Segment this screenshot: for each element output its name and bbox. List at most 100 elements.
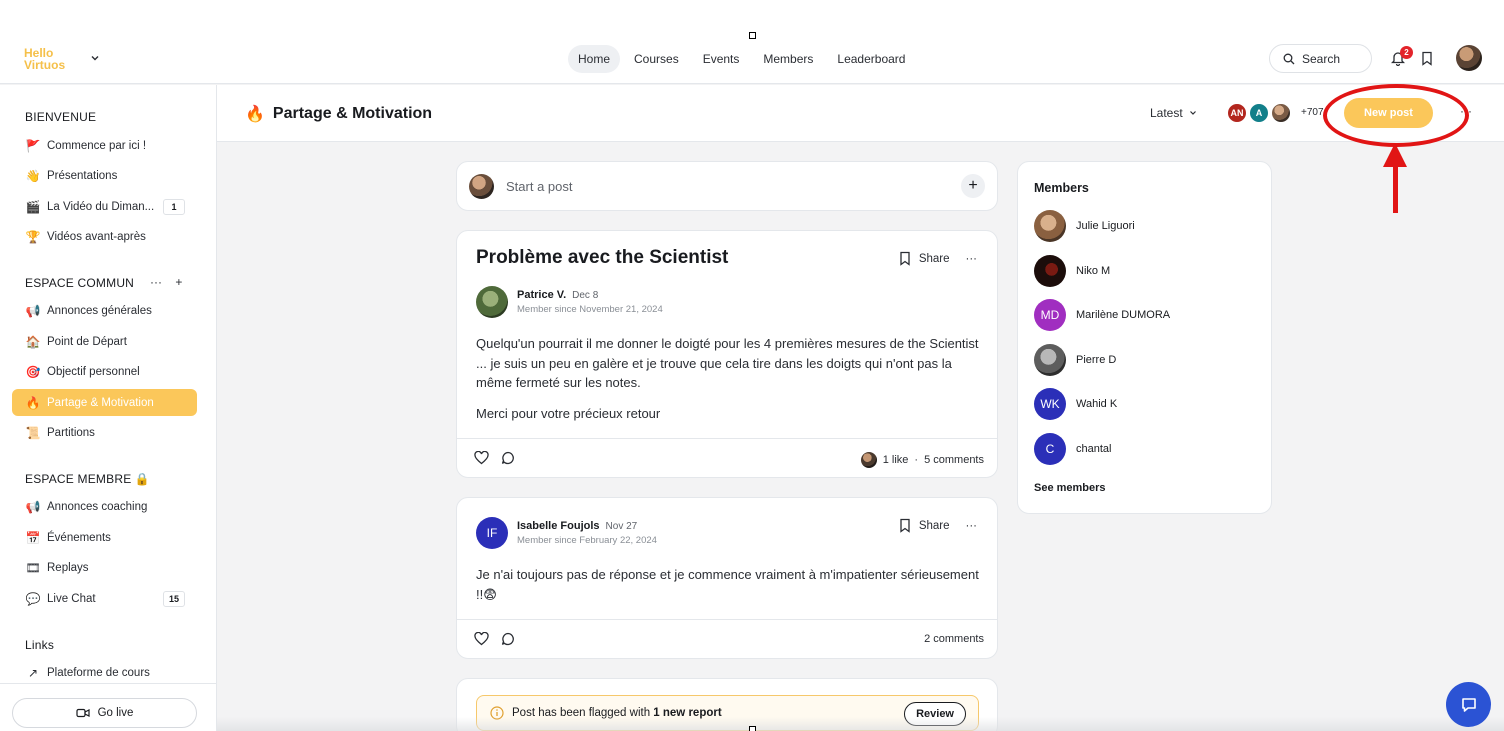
post-actions: Share ···	[899, 251, 977, 266]
sidebar-item-label: Annonces générales	[47, 304, 152, 317]
megaphone-icon: 📢	[25, 499, 41, 514]
scroll-icon: 📜	[25, 425, 41, 440]
sidebar-item-commence[interactable]: 🚩 Commence par ici !	[12, 132, 197, 159]
sidebar-item-label: Partage & Motivation	[47, 396, 154, 409]
member-count[interactable]: +707	[1301, 107, 1324, 118]
bookmark-icon[interactable]	[899, 251, 911, 266]
section-title-espace-commun: ESPACE COMMUN	[25, 276, 135, 290]
member-avatar[interactable]	[1270, 102, 1292, 124]
member-row[interactable]: Niko M	[1034, 255, 1110, 287]
sidebar-item-label: Partitions	[47, 426, 95, 439]
post-composer[interactable]: Start a post +	[456, 161, 998, 211]
go-live-button[interactable]: Go live	[12, 698, 197, 728]
nav-home[interactable]: Home	[568, 45, 621, 73]
search-button[interactable]: Search	[1269, 44, 1372, 73]
user-avatar[interactable]	[1456, 45, 1482, 71]
member-row[interactable]: Pierre D	[1034, 344, 1116, 376]
author-name[interactable]: Isabelle Foujols Nov 27	[517, 520, 637, 532]
post-actions: Share ···	[899, 518, 977, 533]
members-widget: Members Julie Liguori Niko M MD Marilène…	[1017, 161, 1272, 514]
sidebar-item-replays[interactable]: 🎞 Replays	[12, 554, 197, 581]
chat-bubble-icon: 💬	[25, 591, 41, 606]
sidebar-item-evenements[interactable]: 📅 Événements	[12, 524, 197, 551]
sidebar-item-label: Vidéos avant-après	[47, 230, 146, 243]
share-button[interactable]: Share	[919, 253, 950, 265]
sidebar-item-live-chat[interactable]: 💬 Live Chat 15	[12, 585, 197, 612]
member-name: Pierre D	[1076, 354, 1117, 366]
section-title-links: Links	[25, 638, 55, 652]
avatar	[469, 174, 494, 199]
plus-icon[interactable]: +	[175, 275, 182, 289]
chevron-down-icon[interactable]	[90, 53, 100, 63]
see-members-link[interactable]: See members	[1034, 482, 1106, 494]
chat-launcher-button[interactable]	[1446, 682, 1491, 727]
member-row[interactable]: WK Wahid K	[1034, 388, 1117, 420]
member-row[interactable]: C chantal	[1034, 433, 1111, 465]
megaphone-icon: 📢	[25, 303, 41, 318]
sidebar-item-video-dimanche[interactable]: 🎬 La Vidéo du Diman... 1	[12, 193, 197, 220]
comment-icon[interactable]	[501, 632, 515, 646]
sort-dropdown[interactable]: Latest	[1150, 106, 1197, 120]
main-nav: Home Courses Events Members Leaderboard	[568, 45, 915, 73]
post-title[interactable]: Problème avec the Scientist	[476, 247, 728, 269]
post-body: Merci pour votre précieux retour	[476, 406, 661, 421]
avatar	[1034, 255, 1066, 287]
post-date: Dec 8	[572, 290, 599, 301]
member-avatar[interactable]: AN	[1226, 102, 1248, 124]
more-icon[interactable]: ···	[966, 520, 978, 532]
sidebar-item-label: Plateforme de cours	[47, 666, 150, 679]
member-row[interactable]: MD Marilène DUMORA	[1034, 299, 1170, 331]
member-since: Member since November 21, 2024	[517, 304, 663, 315]
author-name[interactable]: Patrice V. Dec 8	[517, 289, 598, 301]
section-actions: ··· +	[150, 275, 182, 289]
member-name: Julie Liguori	[1076, 220, 1135, 232]
sidebar: BIENVENUE 🚩 Commence par ici ! 👋 Présentat…	[0, 85, 217, 731]
page-title: 🔥 Partage & Motivation	[245, 104, 432, 124]
likes-count[interactable]: 1 like	[883, 454, 909, 466]
bookmark-icon[interactable]	[1421, 51, 1433, 66]
scroll-fade	[217, 717, 1504, 731]
member-avatar[interactable]: A	[1248, 102, 1270, 124]
comments-count[interactable]: 2 comments	[924, 633, 984, 645]
comments-count[interactable]: 5 comments	[924, 454, 984, 466]
comment-icon[interactable]	[501, 451, 515, 465]
divider	[0, 683, 216, 684]
sidebar-item-label: Objectif personnel	[47, 365, 140, 378]
sidebar-item-presentations[interactable]: 👋 Présentations	[12, 162, 197, 189]
avatar[interactable]	[476, 286, 508, 318]
sidebar-item-annonces-generales[interactable]: 📢 Annonces générales	[12, 297, 197, 324]
member-row[interactable]: Julie Liguori	[1034, 210, 1135, 242]
go-live-label: Go live	[97, 707, 134, 719]
avatar[interactable]: IF	[476, 517, 508, 549]
bookmark-icon[interactable]	[899, 518, 911, 533]
avatar	[860, 452, 877, 468]
heart-icon[interactable]	[474, 632, 489, 646]
member-since: Member since February 22, 2024	[517, 535, 657, 546]
sidebar-item-partitions[interactable]: 📜 Partitions	[12, 419, 197, 446]
sidebar-item-videos-avant-apres[interactable]: 🏆 Vidéos avant-après	[12, 223, 197, 250]
sidebar-item-point-depart[interactable]: 🏠 Point de Départ	[12, 328, 197, 355]
space-title-text: Partage & Motivation	[272, 105, 433, 122]
sidebar-item-label: Commence par ici !	[47, 139, 147, 152]
post-card: Problème avec the Scientist Share ··· Pa…	[456, 230, 998, 478]
share-button[interactable]: Share	[919, 520, 950, 532]
nav-leaderboard[interactable]: Leaderboard	[827, 45, 915, 73]
sidebar-item-objectif[interactable]: 🎯 Objectif personnel	[12, 358, 197, 385]
brand-logo[interactable]: Hello Virtuos	[24, 47, 65, 71]
more-icon[interactable]: ···	[966, 253, 978, 265]
sidebar-item-partage-motivation[interactable]: 🔥 Partage & Motivation	[12, 389, 197, 416]
nav-events[interactable]: Events	[693, 45, 750, 73]
nav-members[interactable]: Members	[753, 45, 823, 73]
sidebar-item-label: Replays	[47, 561, 89, 574]
post-body: Je n'ai toujours pas de réponse et je co…	[476, 567, 979, 602]
more-icon[interactable]: ···	[150, 275, 162, 289]
add-icon[interactable]: +	[961, 174, 985, 198]
chat-icon	[1461, 697, 1476, 712]
heart-icon[interactable]	[474, 451, 489, 465]
nav-courses[interactable]: Courses	[624, 45, 689, 73]
search-icon	[1283, 53, 1295, 64]
sidebar-link-plateforme[interactable]: ↗ Plateforme de cours	[12, 659, 197, 686]
trophy-icon: 🏆	[25, 229, 41, 244]
sidebar-item-annonces-coaching[interactable]: 📢 Annonces coaching	[12, 493, 197, 520]
calendar-icon: 📅	[25, 530, 41, 545]
